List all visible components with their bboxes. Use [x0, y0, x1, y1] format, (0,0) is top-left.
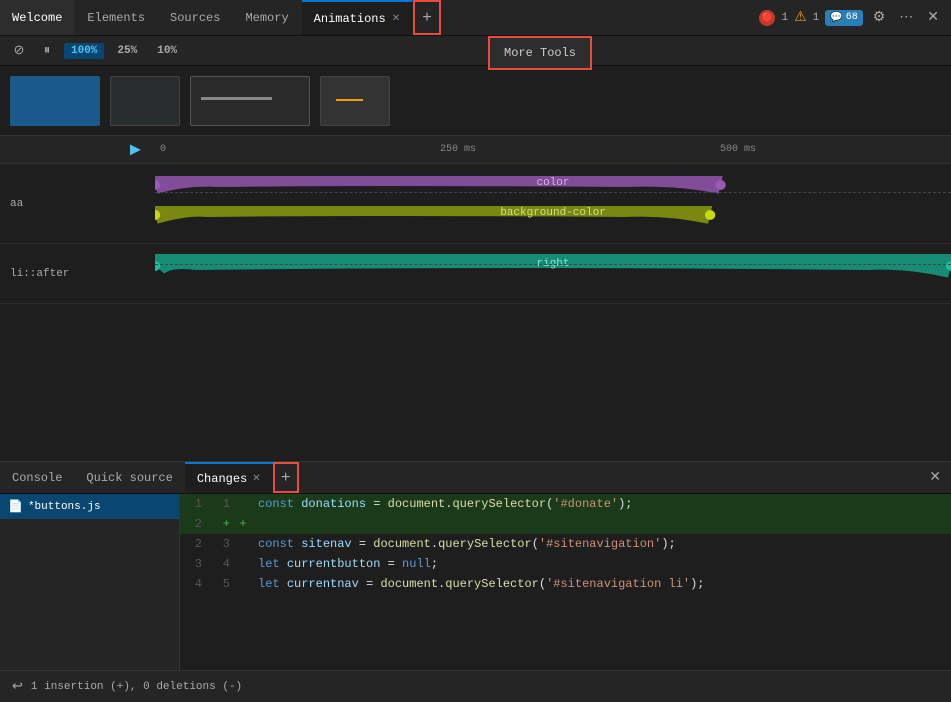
status-text: 1 insertion (+), 0 deletions (-): [31, 681, 242, 693]
file-icon: 📄: [8, 499, 23, 514]
undo-icon[interactable]: ↩: [12, 679, 23, 694]
ruler-label-0: 0: [160, 144, 166, 155]
error-badge: 🔴: [759, 10, 775, 26]
speed-100-button[interactable]: 100%: [64, 43, 104, 59]
ruler-label-far: 500 ms: [720, 144, 756, 155]
bottom-tab-console[interactable]: Console: [0, 462, 74, 493]
timeline-ruler: ▶ 0 250 ms 500 ms: [0, 136, 951, 164]
preview-block-3[interactable]: [320, 76, 390, 126]
code-line-3: 2 3 const sitenav = document.querySelect…: [180, 534, 951, 554]
tab-animations-close[interactable]: ✕: [392, 13, 400, 25]
warning-count: 1: [813, 12, 820, 24]
bottom-tab-changes[interactable]: Changes ✕: [185, 462, 273, 493]
ruler-label-mid: 250 ms: [440, 144, 476, 155]
speed-10-button[interactable]: 10%: [150, 43, 184, 59]
animation-track-li-after: right: [155, 244, 951, 303]
tab-add-button[interactable]: +: [413, 0, 441, 35]
more-options-icon[interactable]: ⋯: [895, 7, 917, 28]
tab-bar: Welcome Elements Sources Memory Animatio…: [0, 0, 951, 36]
timeline-row-aa: aa color background-color: [0, 164, 951, 244]
animation-timeline: ▶ 0 250 ms 500 ms aa color: [0, 136, 951, 306]
tab-animations[interactable]: Animations ✕: [302, 0, 413, 35]
settings-icon[interactable]: ⚙: [869, 7, 890, 28]
right-animation-svg: [155, 254, 951, 278]
speed-25-button[interactable]: 25%: [110, 43, 144, 59]
code-line-4: 3 4 let currentbutton = null;: [180, 554, 951, 574]
preview-block-0[interactable]: [10, 76, 100, 126]
bottom-panel: Console Quick source Changes ✕ + ✕ 📄 *bu…: [0, 461, 951, 701]
tab-welcome[interactable]: Welcome: [0, 0, 75, 35]
tab-sources[interactable]: Sources: [158, 0, 233, 35]
close-devtools-icon[interactable]: ✕: [923, 7, 943, 28]
pause-button[interactable]: ⏸: [36, 40, 58, 62]
more-tools-dropdown: More Tools: [488, 36, 592, 70]
message-badge: 💬68: [825, 10, 862, 26]
bg-color-animation-svg: [155, 206, 951, 224]
play-icon[interactable]: ▶: [130, 141, 141, 158]
timeline-row-li-after: li::after right: [0, 244, 951, 304]
file-item-buttons-js[interactable]: 📄 *buttons.js: [0, 494, 179, 519]
error-count: 1: [781, 12, 788, 24]
file-panel: 📄 *buttons.js 1 1 const donations = docu…: [0, 494, 951, 670]
more-tools-item[interactable]: More Tools: [490, 38, 590, 68]
animation-track-aa: color background-color: [155, 164, 951, 243]
bottom-tab-bar: Console Quick source Changes ✕ + ✕: [0, 462, 951, 494]
bottom-panel-close-button[interactable]: ✕: [929, 469, 951, 486]
code-line-added: 2 + +: [180, 514, 951, 534]
tab-elements[interactable]: Elements: [75, 0, 158, 35]
file-list: 📄 *buttons.js: [0, 494, 180, 670]
bottom-tab-changes-close[interactable]: ✕: [252, 473, 260, 485]
dashed-line-1: [155, 192, 951, 193]
tab-memory[interactable]: Memory: [233, 0, 301, 35]
file-name: *buttons.js: [28, 501, 101, 513]
warning-icon: ⚠: [794, 9, 807, 26]
animations-toolbar: ⊘ ⏸ 100% 25% 10%: [0, 36, 951, 66]
preview-block-2[interactable]: [190, 76, 310, 126]
tab-bar-right: 🔴 1 ⚠ 1 💬68 ⚙ ⋯ ✕: [759, 7, 951, 28]
code-panel: 1 1 const donations = document.querySele…: [180, 494, 951, 670]
bottom-tab-quick-source[interactable]: Quick source: [74, 462, 184, 493]
bottom-add-tab-button[interactable]: +: [273, 462, 299, 493]
animation-selector-aa: aa: [0, 198, 155, 210]
animation-selector-li-after: li::after: [0, 268, 155, 280]
stop-button[interactable]: ⊘: [8, 40, 30, 62]
preview-block-1[interactable]: [110, 76, 180, 126]
dashed-line-2: [155, 264, 951, 265]
code-line-1: 1 1 const donations = document.querySele…: [180, 494, 951, 514]
preview-area: [0, 66, 951, 136]
code-line-5: 4 5 let currentnav = document.querySelec…: [180, 574, 951, 594]
bottom-status: ↩ 1 insertion (+), 0 deletions (-): [0, 670, 951, 702]
